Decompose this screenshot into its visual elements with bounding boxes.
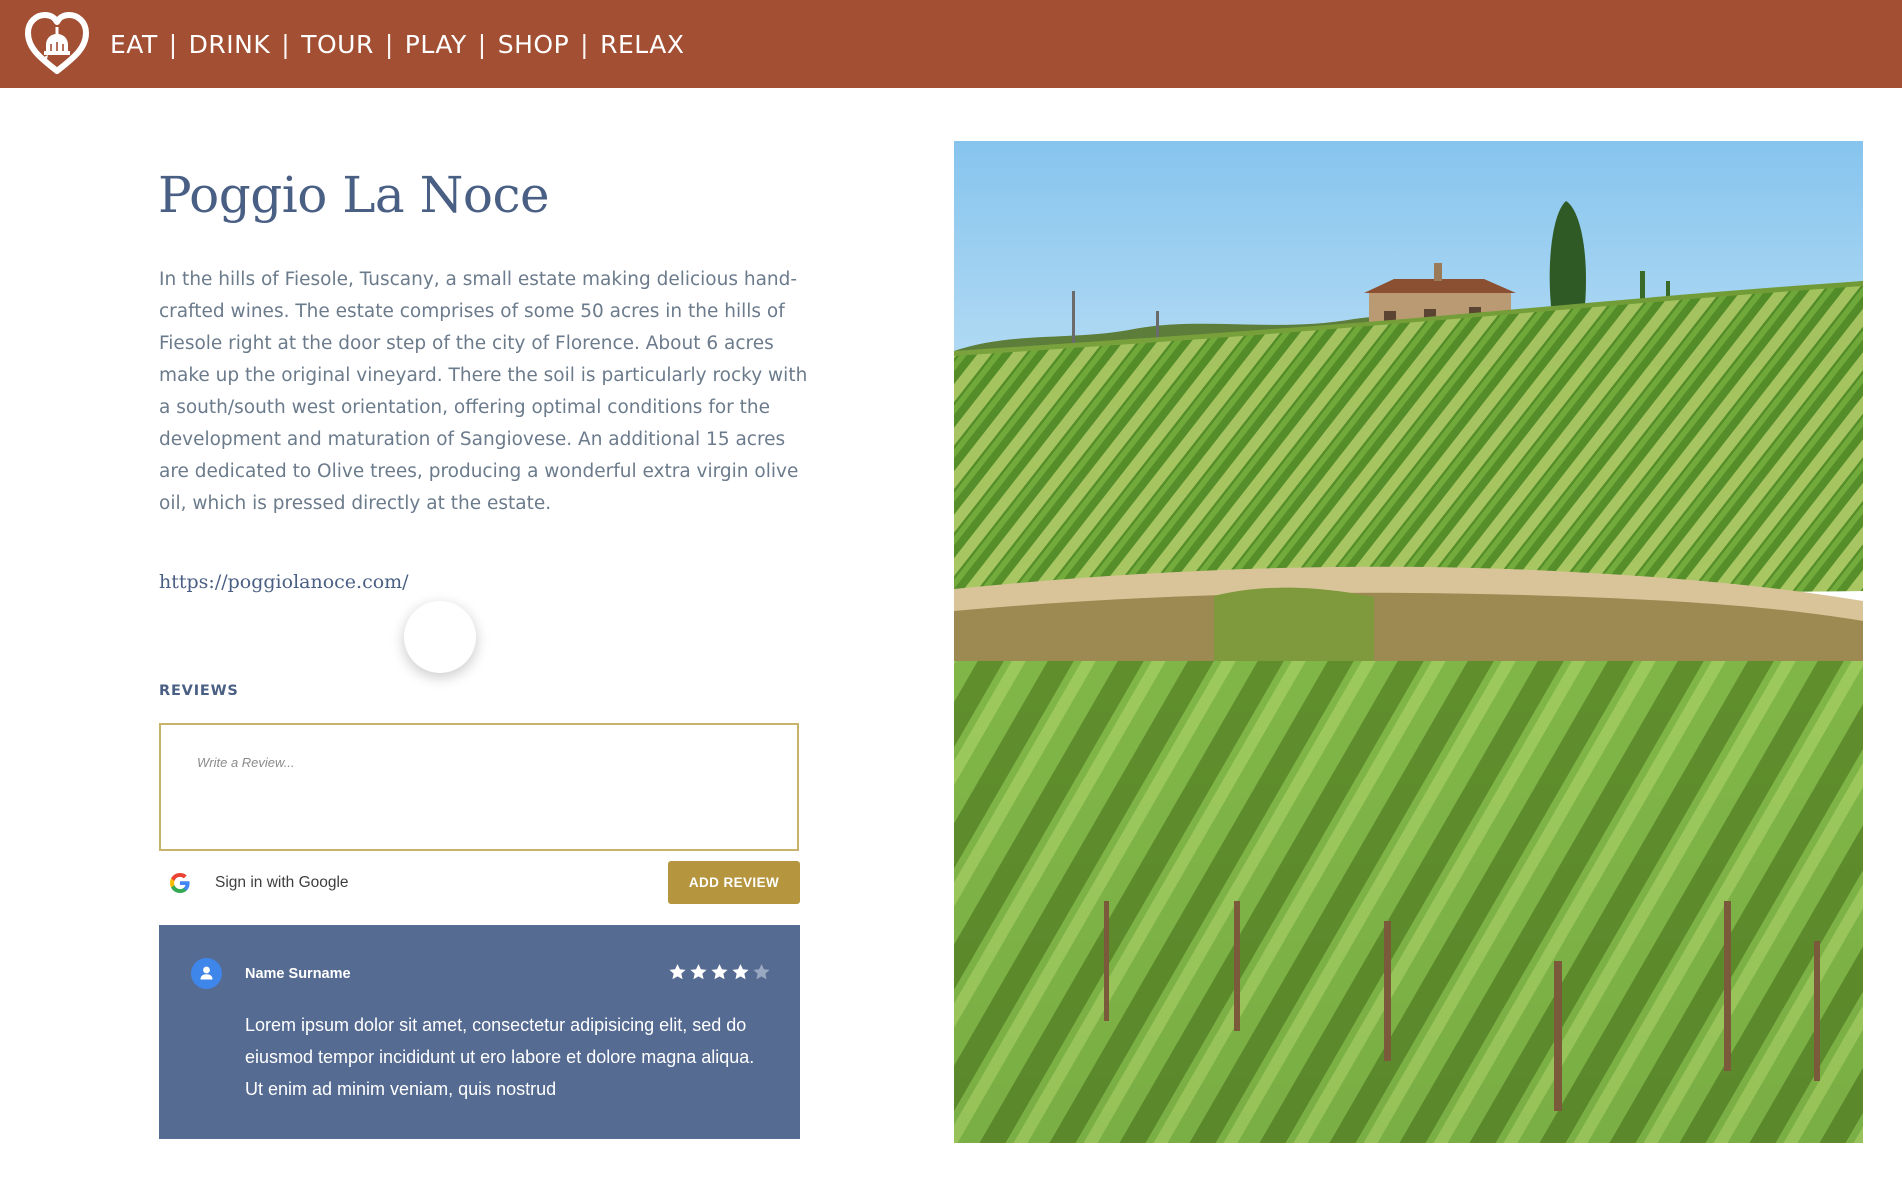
- nav-separator: |: [281, 29, 291, 59]
- google-signin-button[interactable]: Sign in with Google: [168, 869, 349, 897]
- google-g-icon: [170, 873, 190, 893]
- place-description: In the hills of Fiesole, Tuscany, a smal…: [159, 269, 808, 514]
- heart-duomo-logo-icon[interactable]: [22, 9, 92, 79]
- reviews-heading: REVIEWS: [159, 683, 239, 699]
- nav-item-relax[interactable]: RELAX: [600, 30, 684, 59]
- nav-separator: |: [168, 29, 178, 59]
- nav-item-drink[interactable]: DRINK: [189, 30, 271, 59]
- cursor-indicator: [404, 601, 476, 673]
- user-avatar-icon: [191, 958, 222, 989]
- review-text: Lorem ipsum dolor sit amet, consectetur …: [245, 1015, 755, 1099]
- star-rating: [667, 962, 772, 982]
- nav-item-play[interactable]: PLAY: [405, 30, 467, 59]
- nav-item-tour[interactable]: TOUR: [301, 30, 374, 59]
- nav-item-shop[interactable]: SHOP: [498, 30, 569, 59]
- star-empty-icon: [753, 964, 770, 980]
- star-filled-icon: [711, 964, 728, 980]
- star-filled-icon: [669, 964, 686, 980]
- star-filled-icon: [732, 964, 749, 980]
- nav-separator: |: [580, 29, 590, 59]
- add-review-button[interactable]: ADD REVIEW: [668, 861, 800, 904]
- main-navigation: EAT | DRINK | TOUR | PLAY | SHOP | RELAX: [110, 0, 684, 88]
- vineyard-hillside-photo: [954, 141, 1863, 1143]
- nav-separator: |: [477, 29, 487, 59]
- write-review-input[interactable]: [159, 723, 799, 851]
- nav-separator: |: [384, 29, 394, 59]
- reviewer-name: Name Surname: [245, 966, 351, 982]
- nav-item-eat[interactable]: EAT: [110, 30, 158, 59]
- star-filled-icon: [690, 964, 707, 980]
- top-nav-bar: EAT | DRINK | TOUR | PLAY | SHOP | RELAX: [0, 0, 1902, 88]
- website-link[interactable]: https://poggiolanoce.com/: [159, 571, 409, 593]
- page-title: Poggio La Noce: [158, 166, 550, 224]
- review-card: Name Surname Lorem ipsum dolor sit amet,…: [159, 925, 800, 1139]
- google-signin-label: Sign in with Google: [215, 874, 349, 891]
